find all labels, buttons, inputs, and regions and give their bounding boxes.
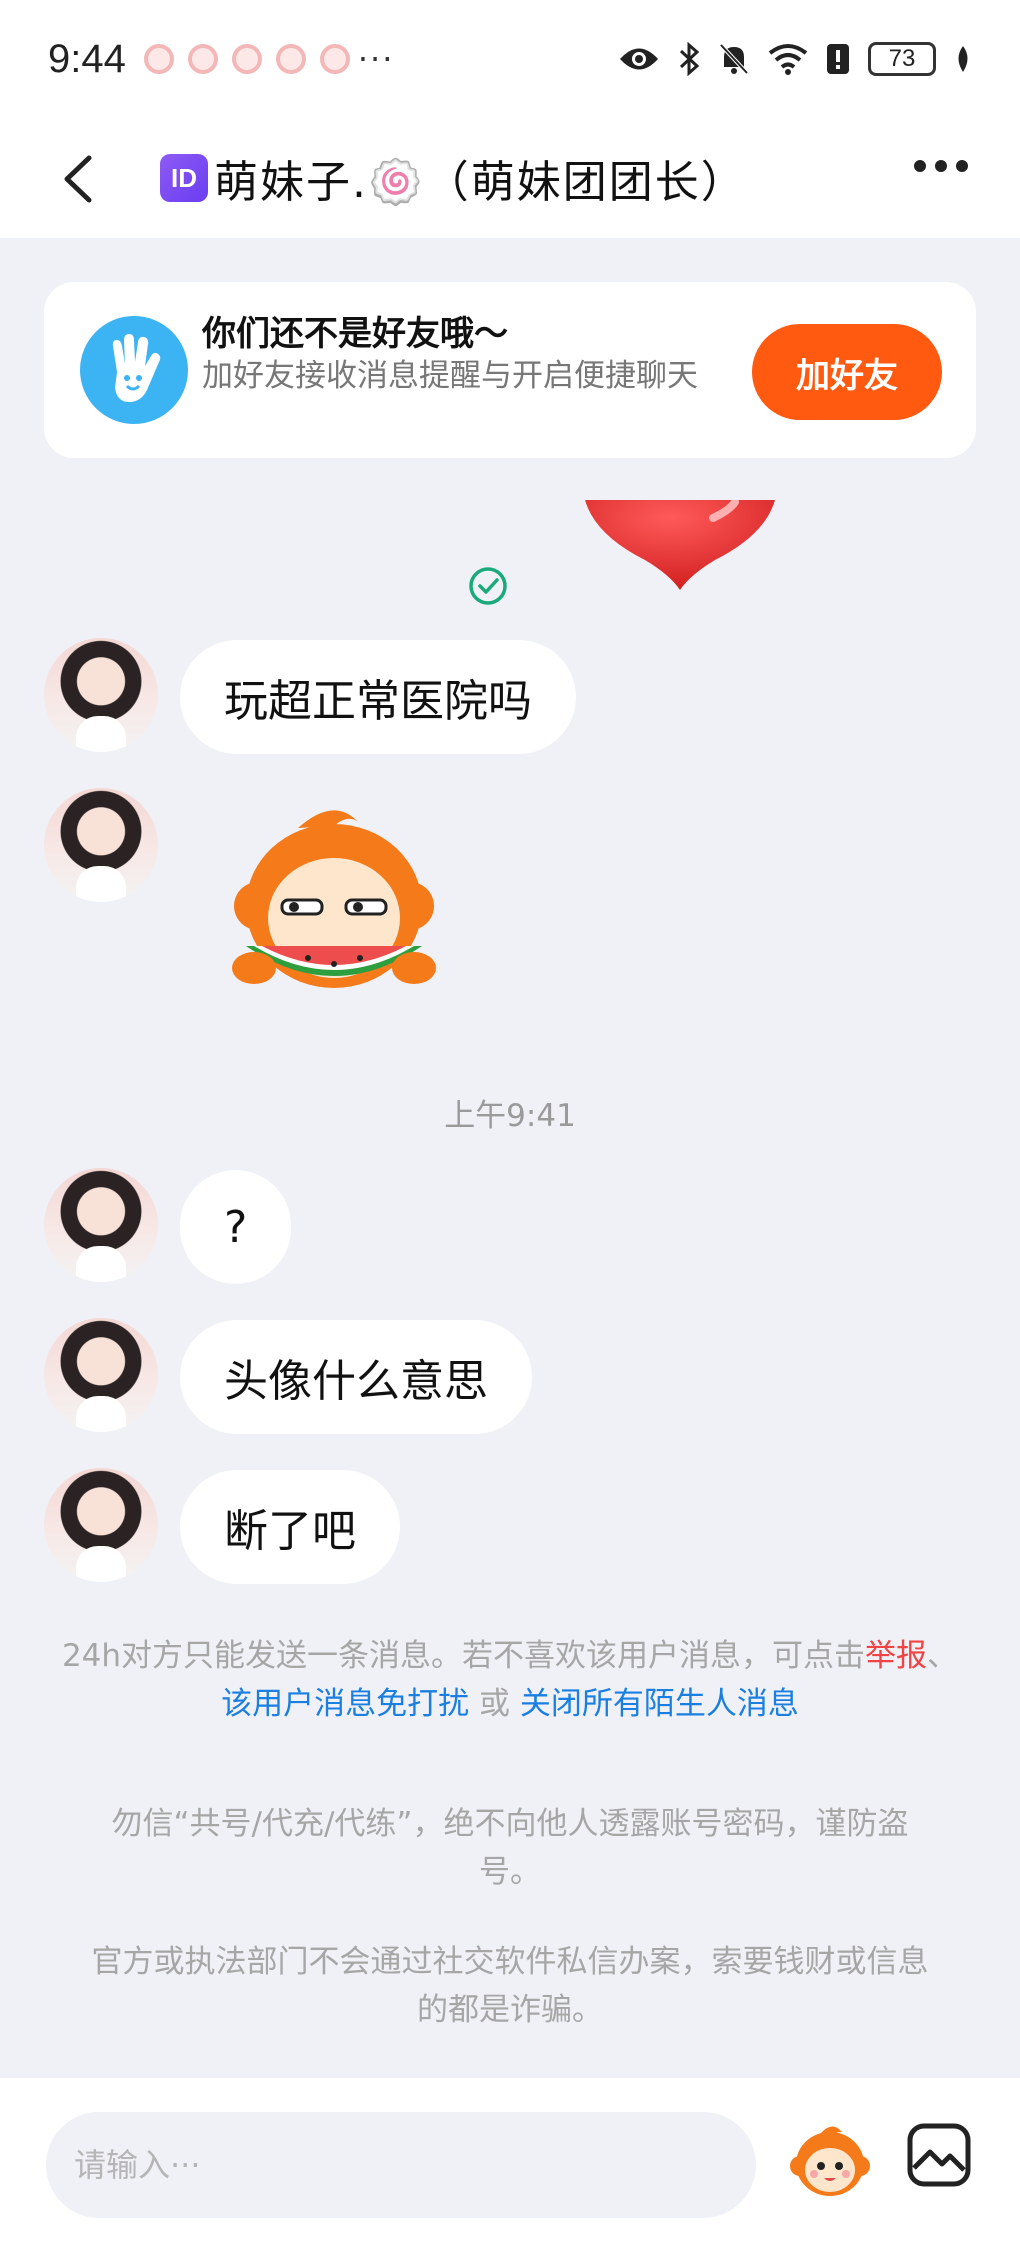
fraud-warning: 官方或执法部门不会通过社交软件私信办案，索要钱财或信息的都是诈骗。	[91, 1944, 929, 2028]
contact-avatar[interactable]	[44, 1168, 158, 1282]
contact-avatar[interactable]	[44, 1318, 158, 1432]
watermelon-monkey-sticker[interactable]	[218, 796, 450, 1008]
image-icon[interactable]	[906, 2122, 972, 2188]
notification-icon	[187, 44, 218, 74]
notification-icons	[143, 44, 350, 74]
mascot-emoji-icon[interactable]	[786, 2116, 874, 2204]
eye-icon	[620, 48, 658, 70]
banner-subtitle: 加好友接收消息提醒与开启便捷聊天	[202, 358, 698, 394]
banner-title: 你们还不是好友哦～	[202, 314, 508, 354]
heart-graphic	[585, 500, 775, 590]
mute-bell-icon	[719, 43, 749, 75]
message-timestamp: 上午9:41	[444, 1098, 576, 1134]
not-friends-banner: 你们还不是好友哦～ 加好友接收消息提醒与开启便捷聊天 加好友	[44, 282, 976, 458]
stranger-message-notice: 24h对方只能发送一条消息。若不喜欢该用户消息，可点击举报、该用户消息免打扰 或…	[56, 1632, 964, 1728]
status-time: 9:44	[48, 36, 126, 81]
message-bubble[interactable]: 头像什么意思	[180, 1320, 532, 1434]
close-strangers-link[interactable]: 关闭所有陌生人消息	[520, 1686, 799, 1722]
report-link[interactable]: 举报	[865, 1638, 927, 1674]
notice-text: 24h对方只能发送一条消息。若不喜欢该用户消息，可点击	[61, 1638, 866, 1674]
notification-icon	[143, 44, 174, 74]
status-bar: 9:44 ··· 73	[0, 0, 1020, 118]
more-dot	[914, 160, 926, 172]
more-options-button[interactable]	[914, 160, 968, 172]
notice-separator: 、	[927, 1638, 959, 1674]
mute-user-link[interactable]: 该用户消息免打扰	[221, 1686, 469, 1722]
message-bubble[interactable]: 玩超正常医院吗	[180, 640, 576, 754]
status-overflow: ···	[357, 40, 395, 78]
more-dot	[935, 160, 947, 172]
leaf-icon	[958, 46, 968, 72]
message-bubble[interactable]: 断了吧	[180, 1470, 400, 1584]
read-check-icon	[469, 567, 507, 605]
notification-icon	[319, 44, 350, 74]
contact-name: 萌妹子.🍥（萌妹团团长）	[214, 157, 747, 208]
alert-icon	[827, 44, 849, 74]
chat-title[interactable]: ID 萌妹子.🍥（萌妹团团长）	[160, 146, 747, 210]
chat-header: ID 萌妹子.🍥（萌妹团团长）	[0, 118, 1020, 238]
contact-avatar[interactable]	[44, 638, 158, 752]
add-friend-button[interactable]: 加好友	[752, 324, 942, 420]
contact-avatar[interactable]	[44, 788, 158, 902]
notification-icon	[275, 44, 306, 74]
message-bubble[interactable]: ?	[180, 1170, 292, 1284]
notification-icon	[231, 44, 262, 74]
status-icons: 73	[618, 42, 972, 76]
wave-hand-icon	[80, 316, 188, 424]
battery-icon: 73	[868, 42, 936, 76]
notice-separator: 或	[469, 1686, 520, 1722]
message-input-bar	[0, 2078, 1020, 2250]
wifi-icon	[768, 44, 808, 75]
bluetooth-icon	[679, 42, 700, 76]
chevron-left-icon	[64, 155, 92, 203]
account-safety-warning: 勿信“共号/代充/代练”，绝不向他人透露账号密码，谨防盗号。	[111, 1806, 909, 1890]
back-button[interactable]	[55, 144, 115, 214]
more-dot	[956, 160, 968, 172]
id-badge-icon: ID	[160, 154, 208, 202]
contact-avatar[interactable]	[44, 1468, 158, 1582]
message-input[interactable]	[46, 2112, 756, 2218]
